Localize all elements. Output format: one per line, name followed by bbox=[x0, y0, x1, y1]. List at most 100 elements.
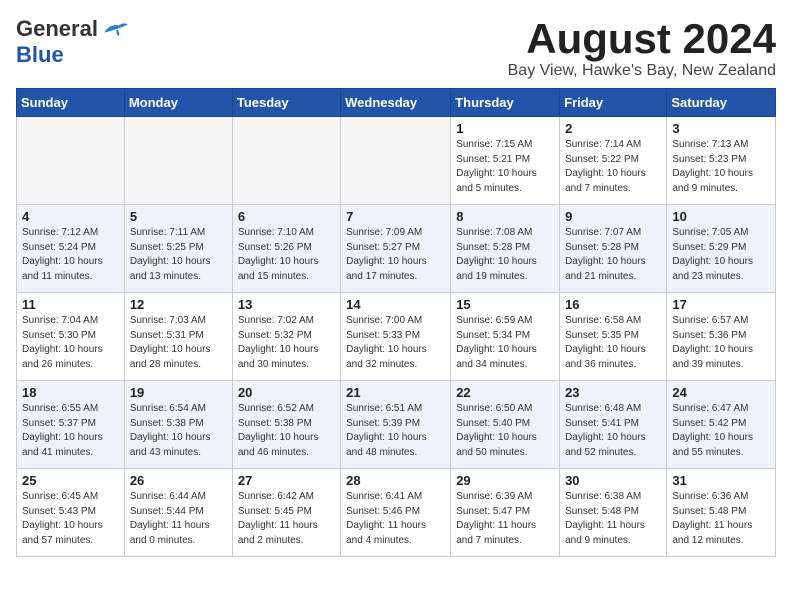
day-number: 31 bbox=[672, 473, 770, 488]
day-number: 28 bbox=[346, 473, 445, 488]
day-number: 20 bbox=[238, 385, 335, 400]
calendar-week-row: 1 Sunrise: 7:15 AM Sunset: 5:21 PM Daylig… bbox=[17, 117, 776, 205]
day-info-text: Sunrise: 7:02 AM Sunset: 5:32 PM Dayligh… bbox=[238, 314, 335, 372]
day-number: 21 bbox=[346, 385, 445, 400]
calendar-week-row: 18 Sunrise: 6:55 AM Sunset: 5:37 PM Dayli… bbox=[17, 381, 776, 469]
day-info-text: Sunrise: 6:54 AM Sunset: 5:38 PM Dayligh… bbox=[130, 402, 227, 460]
calendar-day-cell: 30 Sunrise: 6:38 AM Sunset: 5:48 PM Dayli… bbox=[560, 469, 667, 557]
day-number: 8 bbox=[456, 209, 554, 224]
calendar-day-cell: 24 Sunrise: 6:47 AM Sunset: 5:42 PM Dayli… bbox=[667, 381, 776, 469]
day-info-text: Sunrise: 7:14 AM Sunset: 5:22 PM Dayligh… bbox=[565, 138, 661, 196]
day-number: 5 bbox=[130, 209, 227, 224]
day-number: 18 bbox=[22, 385, 119, 400]
calendar-day-cell: 9Sunrise: 7:07 AM Sunset: 5:28 PM Daylig… bbox=[560, 205, 667, 293]
day-number: 13 bbox=[238, 297, 335, 312]
day-info-text: Sunrise: 7:05 AM Sunset: 5:29 PM Dayligh… bbox=[672, 226, 770, 284]
day-number: 23 bbox=[565, 385, 661, 400]
day-info-text: Sunrise: 6:36 AM Sunset: 5:48 PM Dayligh… bbox=[672, 490, 770, 548]
calendar-day-cell: 8 Sunrise: 7:08 AM Sunset: 5:28 PM Daylig… bbox=[451, 205, 560, 293]
day-info-text: Sunrise: 6:47 AM Sunset: 5:42 PM Dayligh… bbox=[672, 402, 770, 460]
day-number: 14 bbox=[346, 297, 445, 312]
calendar-day-cell: 20 Sunrise: 6:52 AM Sunset: 5:38 PM Dayli… bbox=[232, 381, 340, 469]
day-number: 27 bbox=[238, 473, 335, 488]
day-number: 29 bbox=[456, 473, 554, 488]
day-info-text: Sunrise: 7:10 AM Sunset: 5:26 PM Dayligh… bbox=[238, 226, 335, 284]
day-info-text: Sunrise: 7:08 AM Sunset: 5:28 PM Dayligh… bbox=[456, 226, 554, 284]
day-number: 1 bbox=[456, 121, 554, 136]
day-info-text: Sunrise: 6:45 AM Sunset: 5:43 PM Dayligh… bbox=[22, 490, 119, 548]
day-number: 30 bbox=[565, 473, 661, 488]
calendar-day-cell: 21 Sunrise: 6:51 AM Sunset: 5:39 PM Dayli… bbox=[341, 381, 451, 469]
logo-general-text: General bbox=[16, 16, 98, 42]
weekday-header-monday: Monday bbox=[124, 89, 232, 117]
weekday-header-saturday: Saturday bbox=[667, 89, 776, 117]
calendar-day-cell: 11 Sunrise: 7:04 AM Sunset: 5:30 PM Dayli… bbox=[17, 293, 125, 381]
calendar-day-cell: 7Sunrise: 7:09 AM Sunset: 5:27 PM Daylig… bbox=[341, 205, 451, 293]
title-block: August 2024 Bay View, Hawke's Bay, New Z… bbox=[508, 16, 776, 80]
day-info-text: Sunrise: 6:55 AM Sunset: 5:37 PM Dayligh… bbox=[22, 402, 119, 460]
page-header: General Blue August 2024 Bay View, Hawke… bbox=[16, 16, 776, 80]
day-info-text: Sunrise: 7:11 AM Sunset: 5:25 PM Dayligh… bbox=[130, 226, 227, 284]
day-number: 4 bbox=[22, 209, 119, 224]
weekday-header-sunday: Sunday bbox=[17, 89, 125, 117]
day-info-text: Sunrise: 7:04 AM Sunset: 5:30 PM Dayligh… bbox=[22, 314, 119, 372]
day-info-text: Sunrise: 7:13 AM Sunset: 5:23 PM Dayligh… bbox=[672, 138, 770, 196]
day-number: 17 bbox=[672, 297, 770, 312]
day-info-text: Sunrise: 7:07 AM Sunset: 5:28 PM Dayligh… bbox=[565, 226, 661, 284]
calendar-day-cell: 19 Sunrise: 6:54 AM Sunset: 5:38 PM Dayli… bbox=[124, 381, 232, 469]
day-info-text: Sunrise: 6:57 AM Sunset: 5:36 PM Dayligh… bbox=[672, 314, 770, 372]
calendar-header-row: SundayMondayTuesdayWednesdayThursdayFrid… bbox=[17, 89, 776, 117]
calendar-day-cell: 14 Sunrise: 7:00 AM Sunset: 5:33 PM Dayli… bbox=[341, 293, 451, 381]
calendar-week-row: 11 Sunrise: 7:04 AM Sunset: 5:30 PM Dayli… bbox=[17, 293, 776, 381]
day-info-text: Sunrise: 6:42 AM Sunset: 5:45 PM Dayligh… bbox=[238, 490, 335, 548]
logo-blue-text: Blue bbox=[16, 42, 64, 68]
calendar-day-cell: 18 Sunrise: 6:55 AM Sunset: 5:37 PM Dayli… bbox=[17, 381, 125, 469]
calendar-day-cell: 31 Sunrise: 6:36 AM Sunset: 5:48 PM Dayli… bbox=[667, 469, 776, 557]
day-number: 7 bbox=[346, 209, 445, 224]
calendar-day-cell: 6 Sunrise: 7:10 AM Sunset: 5:26 PM Daylig… bbox=[232, 205, 340, 293]
calendar-table: SundayMondayTuesdayWednesdayThursdayFrid… bbox=[16, 88, 776, 557]
day-number: 3 bbox=[672, 121, 770, 136]
day-number: 6 bbox=[238, 209, 335, 224]
day-info-text: Sunrise: 6:38 AM Sunset: 5:48 PM Dayligh… bbox=[565, 490, 661, 548]
calendar-day-cell: 3 Sunrise: 7:13 AM Sunset: 5:23 PM Daylig… bbox=[667, 117, 776, 205]
day-number: 16 bbox=[565, 297, 661, 312]
day-info-text: Sunrise: 6:59 AM Sunset: 5:34 PM Dayligh… bbox=[456, 314, 554, 372]
day-info-text: Sunrise: 7:15 AM Sunset: 5:21 PM Dayligh… bbox=[456, 138, 554, 196]
day-number: 10 bbox=[672, 209, 770, 224]
day-number: 15 bbox=[456, 297, 554, 312]
day-info-text: Sunrise: 7:12 AM Sunset: 5:24 PM Dayligh… bbox=[22, 226, 119, 284]
day-number: 26 bbox=[130, 473, 227, 488]
calendar-week-row: 4 Sunrise: 7:12 AM Sunset: 5:24 PM Daylig… bbox=[17, 205, 776, 293]
calendar-day-cell bbox=[232, 117, 340, 205]
day-number: 25 bbox=[22, 473, 119, 488]
day-number: 11 bbox=[22, 297, 119, 312]
calendar-day-cell: 29 Sunrise: 6:39 AM Sunset: 5:47 PM Dayli… bbox=[451, 469, 560, 557]
day-info-text: Sunrise: 6:44 AM Sunset: 5:44 PM Dayligh… bbox=[130, 490, 227, 548]
day-info-text: Sunrise: 6:50 AM Sunset: 5:40 PM Dayligh… bbox=[456, 402, 554, 460]
day-number: 22 bbox=[456, 385, 554, 400]
day-info-text: Sunrise: 6:39 AM Sunset: 5:47 PM Dayligh… bbox=[456, 490, 554, 548]
weekday-header-friday: Friday bbox=[560, 89, 667, 117]
day-number: 19 bbox=[130, 385, 227, 400]
calendar-week-row: 25 Sunrise: 6:45 AM Sunset: 5:43 PM Dayli… bbox=[17, 469, 776, 557]
calendar-day-cell: 16 Sunrise: 6:58 AM Sunset: 5:35 PM Dayli… bbox=[560, 293, 667, 381]
weekday-header-wednesday: Wednesday bbox=[341, 89, 451, 117]
day-info-text: Sunrise: 6:52 AM Sunset: 5:38 PM Dayligh… bbox=[238, 402, 335, 460]
calendar-day-cell: 10 Sunrise: 7:05 AM Sunset: 5:29 PM Dayli… bbox=[667, 205, 776, 293]
month-year-title: August 2024 bbox=[508, 16, 776, 62]
day-info-text: Sunrise: 6:48 AM Sunset: 5:41 PM Dayligh… bbox=[565, 402, 661, 460]
day-number: 24 bbox=[672, 385, 770, 400]
calendar-day-cell: 26 Sunrise: 6:44 AM Sunset: 5:44 PM Dayli… bbox=[124, 469, 232, 557]
calendar-day-cell: 25 Sunrise: 6:45 AM Sunset: 5:43 PM Dayli… bbox=[17, 469, 125, 557]
calendar-day-cell: 22 Sunrise: 6:50 AM Sunset: 5:40 PM Dayli… bbox=[451, 381, 560, 469]
calendar-day-cell: 13 Sunrise: 7:02 AM Sunset: 5:32 PM Dayli… bbox=[232, 293, 340, 381]
day-number: 2 bbox=[565, 121, 661, 136]
logo: General Blue bbox=[16, 16, 130, 68]
day-info-text: Sunrise: 7:03 AM Sunset: 5:31 PM Dayligh… bbox=[130, 314, 227, 372]
day-info-text: Sunrise: 6:51 AM Sunset: 5:39 PM Dayligh… bbox=[346, 402, 445, 460]
calendar-day-cell bbox=[17, 117, 125, 205]
weekday-header-tuesday: Tuesday bbox=[232, 89, 340, 117]
day-info-text: Sunrise: 6:58 AM Sunset: 5:35 PM Dayligh… bbox=[565, 314, 661, 372]
day-info-text: Sunrise: 7:00 AM Sunset: 5:33 PM Dayligh… bbox=[346, 314, 445, 372]
